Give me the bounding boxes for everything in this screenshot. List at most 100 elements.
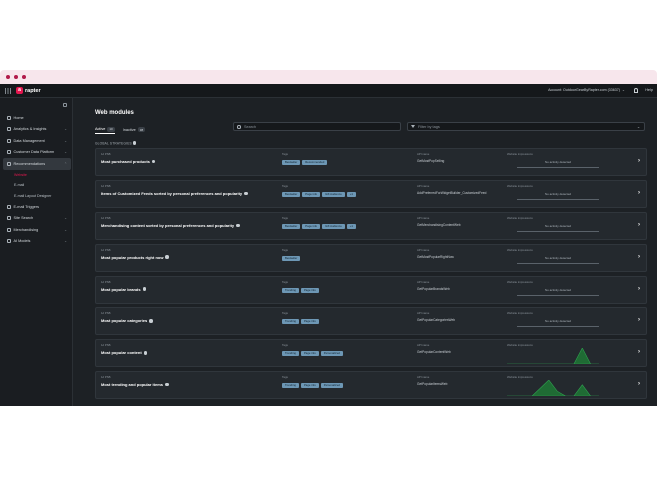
maximize-window-icon[interactable]: [22, 75, 26, 79]
help-link[interactable]: Help: [645, 88, 653, 92]
module-name-text: Most popular products right now: [101, 254, 164, 260]
impressions: Website impressions: [507, 375, 599, 397]
tag-badge: +1: [346, 223, 356, 229]
info-icon[interactable]: [165, 255, 169, 259]
module-name: Items of Customized Feeds sorted by pers…: [101, 191, 248, 196]
sidebar-item-cdp[interactable]: Customer Data Platform ⌄: [3, 147, 71, 159]
impressions: Website impressions No activity detected: [507, 311, 599, 333]
notifications-bell-icon[interactable]: [634, 88, 638, 93]
chevron-right-icon[interactable]: ›: [638, 317, 640, 323]
search-input[interactable]: Search: [233, 122, 401, 131]
logo[interactable]: a rapter: [16, 87, 41, 94]
search-icon: [7, 216, 11, 221]
impressions-label: Website impressions: [507, 152, 533, 156]
tag-badge: Bestseller: [282, 223, 301, 229]
chevron-down-icon: ⌄: [64, 127, 67, 132]
tag-filter-select[interactable]: Filter by tags ⌄: [407, 122, 645, 131]
module-card[interactable]: 1d PSB Most purchased products Tags Best…: [95, 148, 647, 176]
module-name: Most purchased products: [101, 159, 156, 164]
module-tags: Bestseller Recommended: [282, 160, 328, 165]
sidebar-item-analytics[interactable]: Analytics & Insights ⌄: [3, 124, 71, 136]
account-selector[interactable]: Account: OutdoorGearByRapter.com (33637)…: [548, 88, 625, 92]
sidebar-item-email-triggers[interactable]: E-mail Triggers: [3, 201, 71, 213]
info-icon[interactable]: [151, 159, 156, 164]
sidebar-item-merchandising[interactable]: Merchandising ⌄: [3, 224, 71, 236]
tags-label: Tags: [282, 375, 288, 380]
impressions-label: Website impressions: [507, 247, 533, 252]
tag-badge: Page info: [302, 191, 321, 197]
ai-icon: [7, 239, 11, 244]
api-name: GetPopularCategoriesWeb: [417, 318, 456, 323]
tags-label: Tags: [282, 279, 288, 284]
sidebar-item-label: Merchandising: [13, 227, 39, 232]
search-icon: [237, 125, 241, 129]
info-icon[interactable]: [244, 191, 248, 196]
module-card[interactable]: 1d PSB Most popular brands Tags Trending…: [95, 275, 647, 304]
tag-badge: Trending: [282, 287, 299, 293]
info-icon[interactable]: [142, 287, 147, 291]
chevron-right-icon[interactable]: ›: [638, 381, 640, 387]
chevron-right-icon[interactable]: ›: [638, 254, 640, 260]
logo-mark: a: [16, 87, 23, 94]
main-content: Web modules Active 10 Inactive 38 Search F…: [74, 98, 657, 406]
sidebar-item-label: Recommendations: [13, 161, 46, 166]
module-name: Most popular content: [101, 350, 148, 355]
module-name: Merchandising content sorted by personal…: [101, 223, 240, 228]
tag-badge: Page info: [300, 351, 319, 357]
info-icon[interactable]: [236, 223, 240, 228]
module-name-text: Most trending and popular items: [101, 382, 164, 388]
module-tags: Trending Page info: [282, 287, 319, 293]
api-name: GetMostPopSelling: [417, 159, 445, 163]
sidebar-item-site-search[interactable]: Site Search ⌄: [3, 213, 71, 225]
sidebar-item-recommendations[interactable]: Recommendations ⌃: [3, 158, 71, 170]
info-icon[interactable]: [165, 382, 169, 387]
sidebar-item-label: AI Models: [13, 239, 31, 244]
impressions-label: Website impressions: [507, 279, 533, 284]
sidebar-item-data-management[interactable]: Data Management ⌄: [3, 135, 71, 147]
module-card[interactable]: 1d PSB Most popular content Tags Trendin…: [95, 339, 647, 368]
chevron-right-icon[interactable]: ›: [638, 190, 640, 196]
module-card[interactable]: 1d PSB Most popular categories Tags Tren…: [95, 307, 647, 336]
module-card[interactable]: 1d PSB Most popular products right now T…: [95, 243, 647, 272]
no-activity-text: No activity detected: [517, 319, 599, 328]
info-icon[interactable]: [143, 351, 148, 355]
tag-badge: Gift Audience: [322, 191, 345, 197]
module-card[interactable]: 1d PSB Most trending and popular items T…: [95, 371, 647, 400]
chevron-right-icon[interactable]: ›: [638, 222, 640, 228]
module-name-text: Merchandising content sorted by personal…: [101, 222, 235, 228]
sidebar-subitem-email[interactable]: E-mail: [3, 180, 71, 191]
tab-inactive[interactable]: Inactive 38: [123, 125, 146, 134]
collapse-sidebar-icon[interactable]: [63, 103, 67, 107]
chevron-down-icon: ⌄: [621, 88, 625, 92]
app-grid-icon[interactable]: [5, 88, 11, 94]
tab-label: Active: [95, 127, 106, 131]
chevron-right-icon[interactable]: ›: [638, 286, 640, 292]
sidebar-subitem-website[interactable]: Website: [3, 170, 71, 181]
module-tags: Trending Page info: [282, 319, 319, 325]
tag-badge: Personalized: [320, 383, 343, 389]
account-label: Account: OutdoorGearByRapter.com (33637): [548, 88, 620, 92]
logo-text: rapter: [25, 87, 41, 94]
module-card[interactable]: 1d PSB Items of Customized Feeds sorted …: [95, 179, 647, 208]
info-icon[interactable]: [132, 141, 137, 145]
impressions-label: Website impressions: [507, 375, 533, 380]
chevron-right-icon[interactable]: ›: [638, 349, 640, 355]
module-meta: 1d PSB: [101, 152, 111, 156]
close-window-icon[interactable]: [6, 75, 10, 79]
chevron-up-icon: ⌃: [64, 161, 67, 166]
sidebar-item-ai-models[interactable]: AI Models ⌄: [3, 236, 71, 248]
minimize-window-icon[interactable]: [14, 75, 18, 79]
sidebar-item-home[interactable]: Home: [3, 112, 71, 124]
tab-active[interactable]: Active 10: [95, 125, 115, 134]
impressions-sparkline: [507, 380, 599, 397]
api-name: GetMostPopularRightNow: [417, 254, 454, 259]
info-icon[interactable]: [149, 319, 153, 323]
tag-badge: Page info: [300, 319, 319, 325]
chevron-down-icon: ⌄: [64, 150, 67, 155]
sidebar-subitem-email-layout[interactable]: E-mail Layout Designer: [3, 191, 71, 202]
chevron-right-icon[interactable]: ›: [638, 158, 640, 164]
module-name: Most popular brands: [101, 287, 147, 292]
module-card[interactable]: 1d PSB Merchandising content sorted by p…: [95, 211, 647, 240]
no-activity-text: No activity detected: [517, 160, 599, 168]
chevron-down-icon: ⌄: [636, 125, 640, 129]
